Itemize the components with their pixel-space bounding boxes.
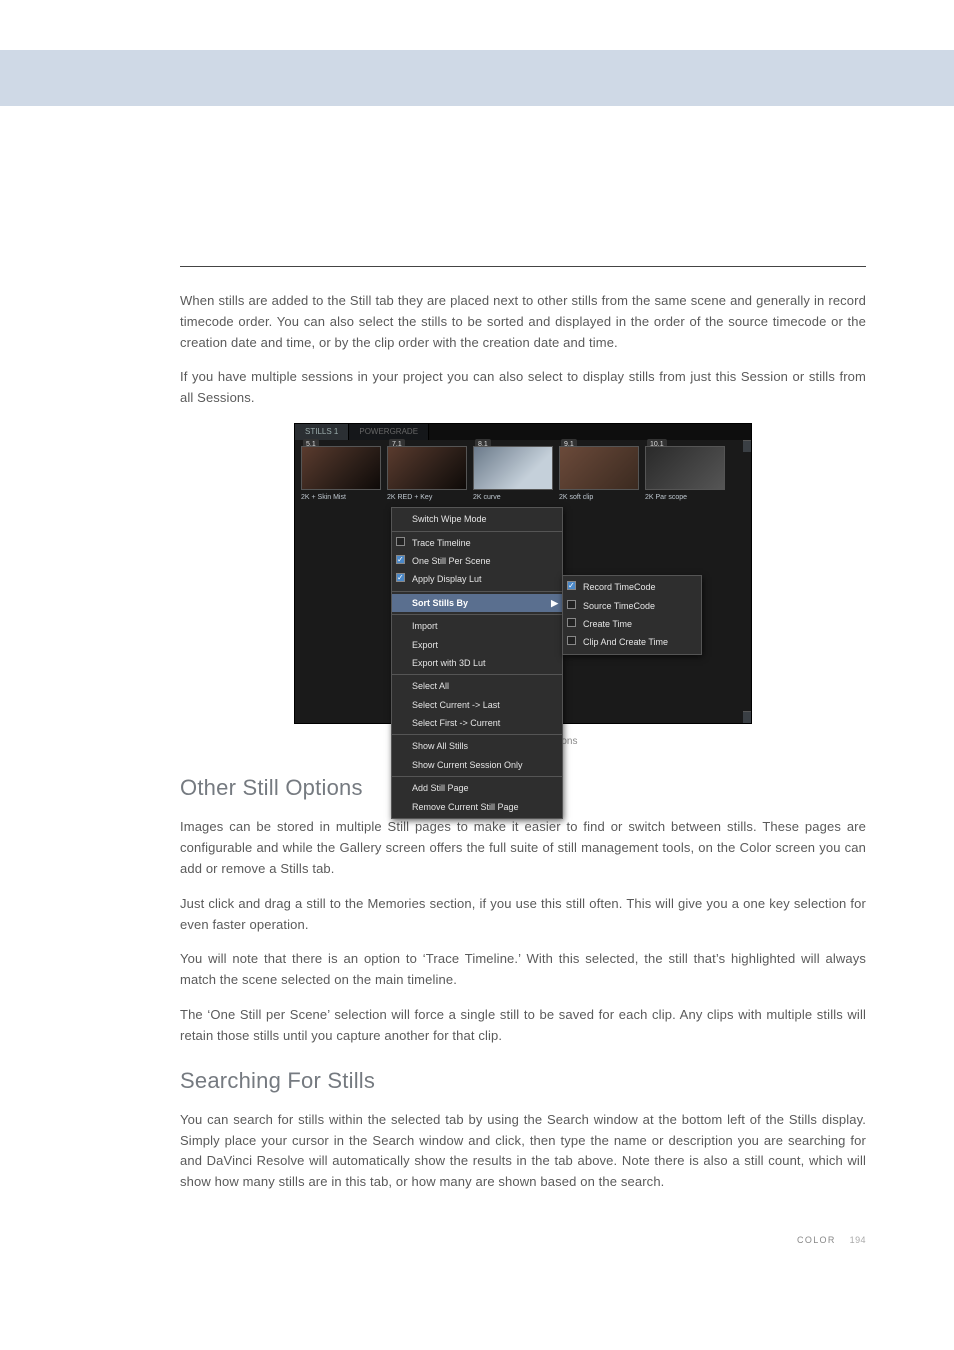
menu-label: Source TimeCode [583,601,655,611]
thumb-label: 2K curve [473,492,553,503]
footer-section-label: COLOR [797,1235,836,1245]
thumb-3[interactable]: 8.1 2K curve [473,446,553,503]
thumb-label: 2K soft clip [559,492,639,503]
thumbnail-strip: 5.1 2K + Skin Mist 7.1 2K RED + Key 8.1 … [295,440,751,513]
thumb-image [645,446,725,490]
menu-label: Record TimeCode [583,582,656,592]
tab-stills1[interactable]: STILLS 1 [295,424,349,441]
footer-page-number: 194 [850,1235,866,1245]
thumb-5[interactable]: 10.1 2K Par scope [645,446,725,503]
other-p2: Just click and drag a still to the Memor… [180,894,866,936]
thumb-label: 2K RED + Key [387,492,467,503]
checkbox-icon [567,618,576,627]
menu-remove-still-page[interactable]: Remove Current Still Page [392,798,562,816]
menu-select-first-current[interactable]: Select First -> Current [392,714,562,732]
intro-paragraph-2: If you have multiple sessions in your pr… [180,367,866,409]
thumb-image [559,446,639,490]
thumb-image [473,446,553,490]
menu-label: Trace Timeline [412,538,471,548]
menu-label: One Still Per Scene [412,556,491,566]
submenu-source-tc[interactable]: Source TimeCode [563,597,701,615]
divider [180,266,866,267]
submenu-clip-create-time[interactable]: Clip And Create Time [563,633,701,651]
other-p1: Images can be stored in multiple Still p… [180,817,866,879]
submenu-create-time[interactable]: Create Time [563,615,701,633]
thumb-label: 2K + Skin Mist [301,492,381,503]
menu-export-3dlut[interactable]: Export with 3D Lut [392,654,562,672]
menu-add-still-page[interactable]: Add Still Page [392,779,562,797]
menu-one-still-per-scene[interactable]: One Still Per Scene [392,552,562,570]
menu-trace-timeline[interactable]: Trace Timeline [392,534,562,552]
menu-select-all[interactable]: Select All [392,677,562,695]
other-p3: You will note that there is an option to… [180,949,866,991]
menu-label: Apply Display Lut [412,574,482,584]
checkbox-icon [396,573,405,582]
intro-paragraph-1: When stills are added to the Still tab t… [180,291,866,353]
thumb-2[interactable]: 7.1 2K RED + Key [387,446,467,503]
menu-import[interactable]: Import [392,617,562,635]
header-bar [0,50,954,106]
menu-apply-display-lut[interactable]: Apply Display Lut [392,570,562,588]
context-menu: Switch Wipe Mode Trace Timeline One Stil… [391,507,563,819]
checkbox-icon [396,537,405,546]
checkbox-icon [567,581,576,590]
stills-screenshot: STILLS 1 POWERGRADE 5.1 2K + Skin Mist 7… [294,423,752,724]
menu-sort-stills-by[interactable]: Sort Stills By ▶ [392,594,562,612]
sort-submenu: Record TimeCode Source TimeCode Create T… [562,575,702,655]
scroll-up[interactable] [743,440,751,452]
other-p4: The ‘One Still per Scene’ selection will… [180,1005,866,1047]
menu-select-current-last[interactable]: Select Current -> Last [392,696,562,714]
thumb-1[interactable]: 5.1 2K + Skin Mist [301,446,381,503]
submenu-arrow-icon: ▶ [551,596,558,610]
checkbox-icon [567,600,576,609]
thumb-4[interactable]: 9.1 2K soft clip [559,446,639,503]
menu-label: Create Time [583,619,632,629]
thumb-image [301,446,381,490]
scroll-down[interactable] [743,711,751,723]
search-p: You can search for stills within the sel… [180,1110,866,1193]
tab-powergrade[interactable]: POWERGRADE [349,424,429,441]
heading-searching-for-stills: Searching For Stills [180,1063,866,1098]
checkbox-icon [396,555,405,564]
menu-label: Sort Stills By [412,598,468,608]
thumb-image [387,446,467,490]
menu-show-all-stills[interactable]: Show All Stills [392,737,562,755]
page-footer: COLOR 194 [180,1233,866,1247]
checkbox-icon [567,636,576,645]
thumb-label: 2K Par scope [645,492,725,503]
submenu-record-tc[interactable]: Record TimeCode [563,578,701,596]
menu-label: Clip And Create Time [583,637,668,647]
context-menu-area: Switch Wipe Mode Trace Timeline One Stil… [295,513,751,723]
page-content: When stills are added to the Still tab t… [0,266,954,1287]
stills-tabs: STILLS 1 POWERGRADE [295,424,751,440]
menu-switch-wipe[interactable]: Switch Wipe Mode [392,510,562,528]
menu-show-current-session[interactable]: Show Current Session Only [392,756,562,774]
menu-export[interactable]: Export [392,636,562,654]
